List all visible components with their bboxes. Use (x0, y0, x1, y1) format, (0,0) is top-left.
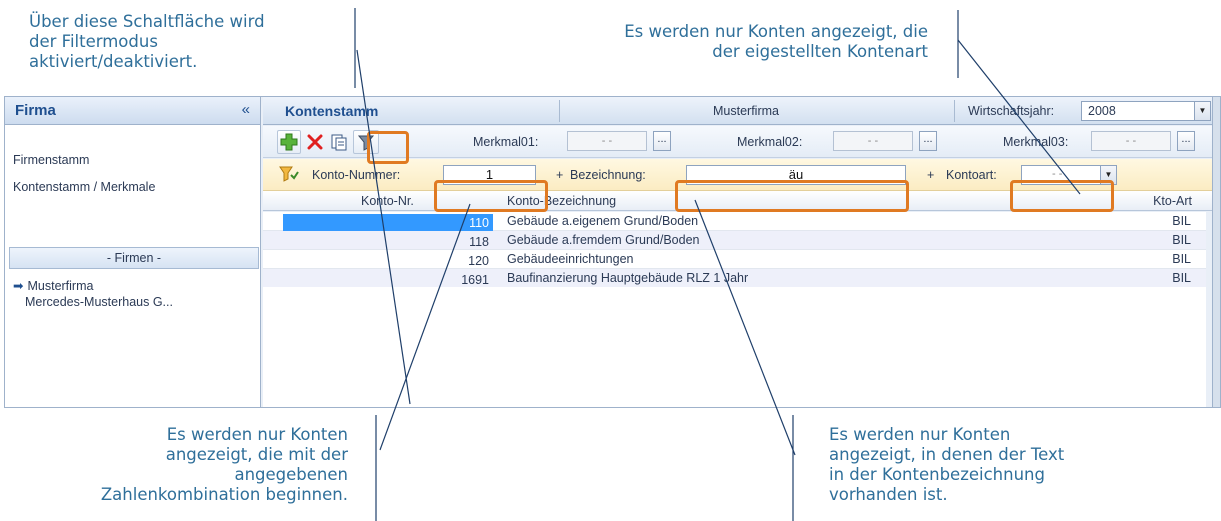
leader-line (694, 199, 796, 456)
leader-line (957, 39, 1081, 195)
callout-leader-lines (354, 8, 1081, 521)
leader-line (379, 203, 471, 451)
leader-line (356, 49, 411, 405)
